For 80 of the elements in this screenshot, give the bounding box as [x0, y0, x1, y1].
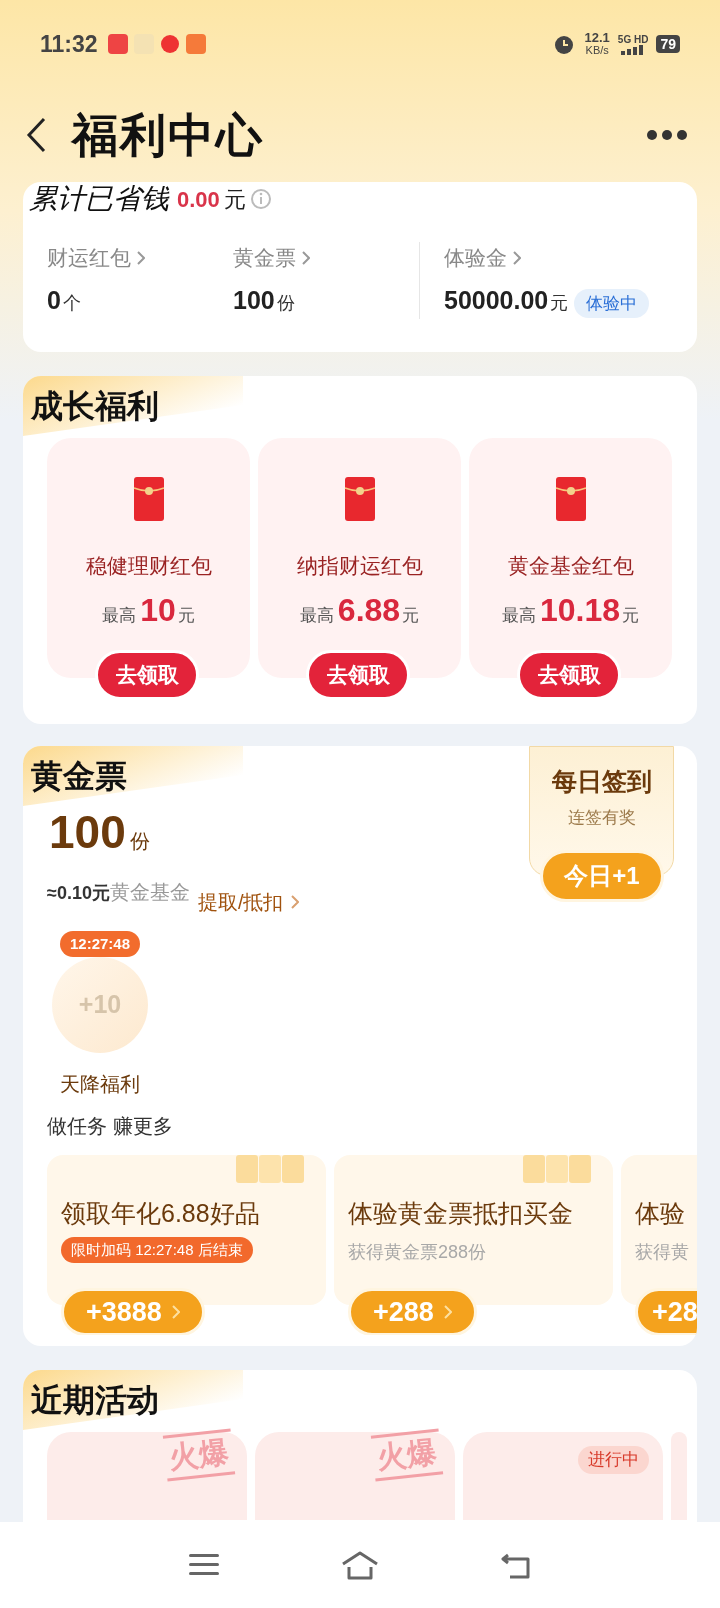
- unit-label: 元: [223, 185, 246, 214]
- unit-label: 份: [276, 291, 295, 315]
- bar-stack-icon: [236, 1155, 304, 1185]
- network-label: 5G HD: [617, 33, 649, 45]
- stat-value: 50000.00: [444, 284, 549, 316]
- status-tag: 进行中: [578, 1446, 649, 1474]
- battery-level: 79: [656, 35, 680, 53]
- back-icon: [26, 117, 46, 153]
- amount-prefix: 最高: [102, 604, 137, 627]
- claim-button[interactable]: 去领取: [517, 650, 621, 700]
- checkin-title: 每日签到: [551, 766, 652, 797]
- menu-icon: [188, 1552, 220, 1578]
- task-title: 领取年化6.88好品: [61, 1198, 261, 1229]
- chevron-icon: [443, 1305, 452, 1319]
- chevron-icon: [302, 250, 310, 265]
- checkin-subtitle: 连签有奖: [567, 806, 636, 829]
- info-icon: [249, 188, 272, 210]
- speed-unit: KB/s: [585, 44, 609, 56]
- section-title: 黄金票: [31, 757, 127, 796]
- tasks-heading: 做任务 赚更多: [46, 1114, 174, 1139]
- chevron-icon: [137, 250, 145, 265]
- envelope-icon: [554, 476, 587, 522]
- back-icon: [500, 1551, 532, 1579]
- withdraw-link[interactable]: 提取/抵扣: [197, 887, 300, 917]
- chevron-icon: [291, 895, 300, 909]
- section-title: 近期活动: [31, 1381, 159, 1420]
- countdown-badge: 12:27:48: [59, 931, 140, 957]
- chevron-icon: [513, 250, 521, 265]
- packet-amount: 10: [140, 590, 176, 630]
- amount-prefix: 最高: [299, 604, 334, 627]
- unit-label: 元: [402, 604, 420, 627]
- unit-label: 元: [622, 604, 640, 627]
- stat-label[interactable]: 黄金票: [233, 242, 296, 274]
- speed-value: 12.1: [584, 32, 610, 44]
- envelope-icon: [132, 476, 165, 522]
- ticket-count: 100: [49, 805, 126, 860]
- chevron-icon: [171, 1305, 180, 1319]
- clock-time: 11:32: [40, 29, 98, 59]
- stat-value: 0: [47, 284, 61, 316]
- reward-button[interactable]: +288: [348, 1288, 477, 1335]
- stat-label[interactable]: 体验金: [444, 242, 507, 274]
- fund-label: 黄金基金: [109, 880, 190, 905]
- stat-value: 100: [233, 284, 275, 316]
- stat-label[interactable]: 财运红包: [47, 242, 131, 274]
- task-title: 体验黄金票抵扣买金: [348, 1198, 574, 1229]
- hot-stamp: 火爆: [370, 1428, 444, 1482]
- alarm-icon: [552, 33, 575, 55]
- unit-label: 元: [177, 604, 195, 627]
- packet-name: 纳指财运红包: [296, 553, 423, 579]
- bar-stack-icon: [523, 1155, 591, 1185]
- amount-prefix: 最高: [501, 604, 536, 627]
- status-tag: 体验中: [574, 288, 650, 318]
- packet-name: 稳健理财红包: [85, 553, 212, 579]
- task-note: 获得黄: [635, 1240, 687, 1264]
- envelope-icon: [343, 476, 376, 522]
- claim-button[interactable]: 去领取: [306, 650, 410, 700]
- savings-amount: 0.00: [177, 185, 220, 214]
- packet-amount: 10.18: [539, 590, 621, 630]
- savings-label: 累计已省钱: [28, 181, 169, 217]
- claim-button[interactable]: 去领取: [95, 650, 199, 700]
- home-icon: [340, 1550, 380, 1580]
- bonus-label: 天降福利: [60, 1072, 140, 1097]
- reward-button[interactable]: +28: [635, 1288, 697, 1335]
- promo-tag: 限时加码 12:27:48 后结束: [61, 1236, 253, 1263]
- app-icon: [159, 34, 180, 54]
- approx-value: ≈0.10元: [47, 883, 110, 905]
- checkin-button[interactable]: 今日+1: [540, 850, 664, 902]
- packet-name: 黄金基金红包: [507, 553, 634, 579]
- task-note: 获得黄金票288份: [348, 1240, 488, 1264]
- packet-amount: 6.88: [337, 590, 401, 630]
- unit-label: 元: [550, 291, 569, 315]
- section-title: 成长福利: [31, 387, 159, 426]
- activity-card[interactable]: 进行中: [463, 1432, 663, 1520]
- unit-label: 份: [129, 829, 150, 854]
- reward-button[interactable]: +3888: [61, 1288, 205, 1335]
- hot-stamp: 火爆: [162, 1428, 236, 1482]
- task-title: 体验: [635, 1198, 686, 1229]
- unit-label: 个: [62, 291, 81, 315]
- more-icon: [646, 129, 688, 141]
- page-title: 福利中心: [72, 107, 264, 163]
